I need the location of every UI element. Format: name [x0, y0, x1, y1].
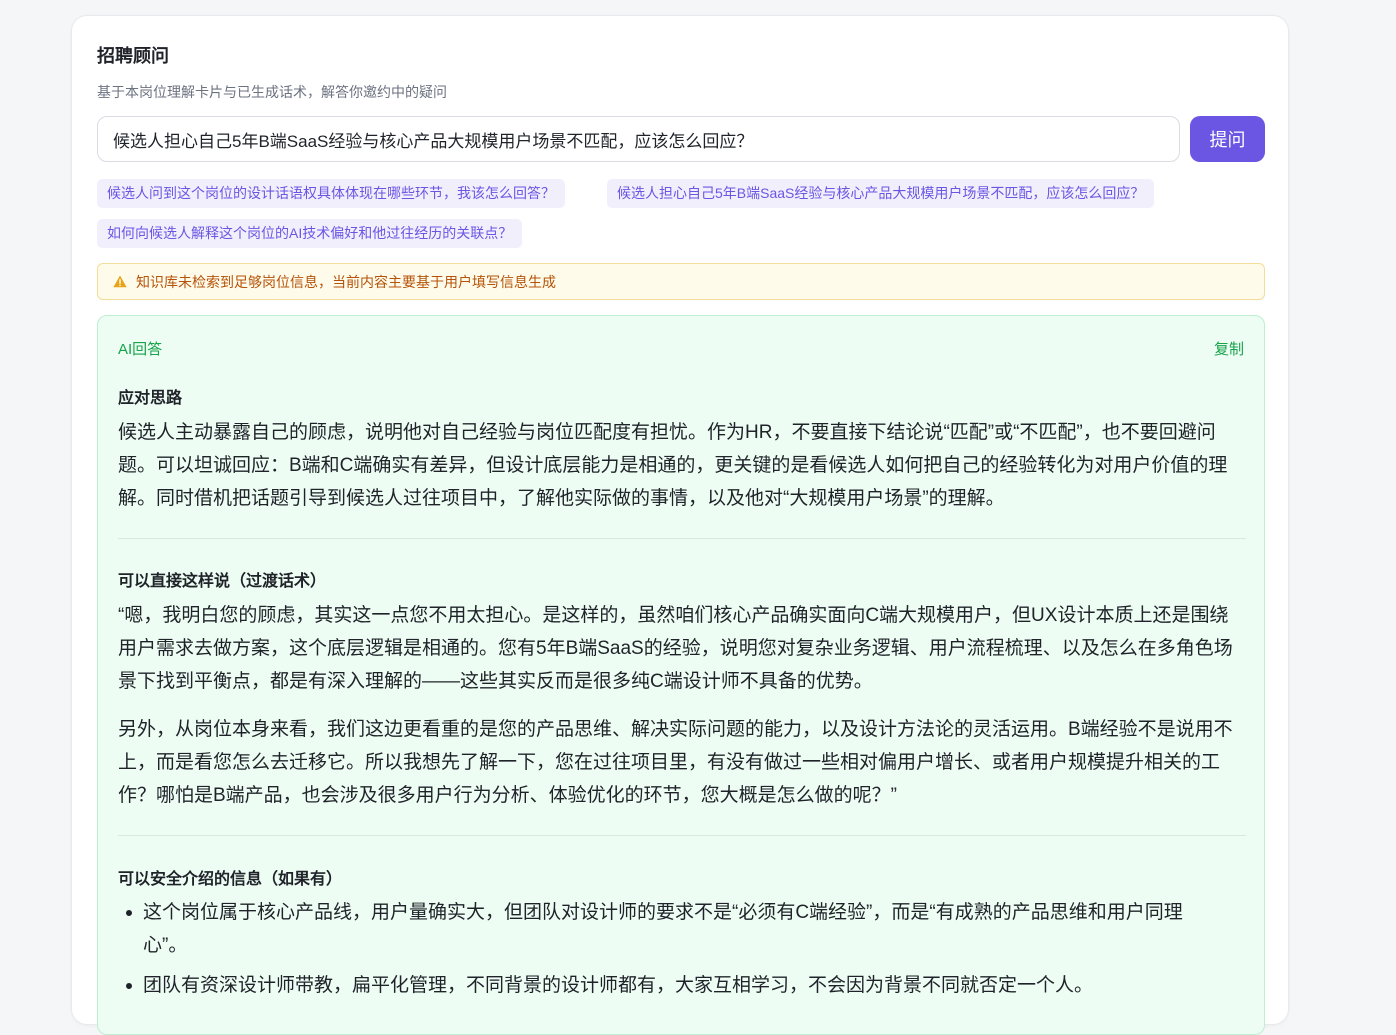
warning-text: 知识库未检索到足够岗位信息，当前内容主要基于用户填写信息生成 — [136, 273, 556, 290]
section-title-approach: 应对思路 — [118, 390, 183, 407]
page-subtitle: 基于本岗位理解卡片与已生成话术，解答你邀约中的疑问 — [97, 84, 447, 100]
suggestion-chip-3[interactable]: 如何向候选人解释这个岗位的AI技术偏好和他过往经历的关联点？ — [97, 219, 523, 248]
warning-icon — [113, 275, 127, 288]
suggestion-chip-1[interactable]: 候选人问到这个岗位的设计话语权具体体现在哪些环节，我该怎么回答？ — [97, 179, 565, 208]
page-title: 招聘顾问 — [97, 46, 169, 66]
safe-info-list: 这个岗位属于核心产品线，用户量确实大，但团队对设计师的要求不是“必须有C端经验”… — [118, 896, 1226, 1009]
list-item: 这个岗位属于核心产品线，用户量确实大，但团队对设计师的要求不是“必须有C端经验”… — [118, 896, 1226, 962]
ask-button[interactable]: 提问 — [1190, 116, 1265, 162]
section-text-approach: 候选人主动暴露自己的顾虑，说明他对自己经验与岗位匹配度有担忧。作为HR，不要直接… — [118, 422, 1228, 509]
ai-answer-panel: AI回答 复制 应对思路 候选人主动暴露自己的顾虑，说明他对自己经验与岗位匹配度… — [97, 315, 1265, 1035]
suggestion-chip-2[interactable]: 候选人担心自己5年B端SaaS经验与核心产品大规模用户场景不匹配，应该怎么回应？ — [607, 179, 1155, 208]
copy-button[interactable]: 复制 — [1214, 338, 1244, 359]
knowledge-warning-banner: 知识库未检索到足够岗位信息，当前内容主要基于用户填写信息生成 — [97, 263, 1265, 300]
section-divider — [118, 835, 1246, 836]
section-text-script-1: “嗯，我明白您的顾虑，其实这一点您不用太担心。是这样的，虽然咱们核心产品确实面向… — [118, 605, 1233, 692]
ai-answer-label: AI回答 — [118, 341, 163, 358]
section-text-script-2: 另外，从岗位本身来看，我们这边更看重的是您的产品思维、解决实际问题的能力，以及设… — [118, 719, 1233, 806]
list-item: 团队有资深设计师带教，扁平化管理，不同背景的设计师都有，大家互相学习，不会因为背… — [118, 969, 1226, 1002]
section-title-script: 可以直接这样说（过渡话术） — [118, 573, 327, 590]
section-title-safe-info: 可以安全介绍的信息（如果有） — [118, 871, 343, 888]
section-divider — [118, 538, 1246, 539]
recruiting-advisor-panel: 招聘顾问 基于本岗位理解卡片与已生成话术，解答你邀约中的疑问 提问 候选人问到这… — [71, 15, 1289, 1035]
question-input[interactable] — [97, 116, 1180, 162]
